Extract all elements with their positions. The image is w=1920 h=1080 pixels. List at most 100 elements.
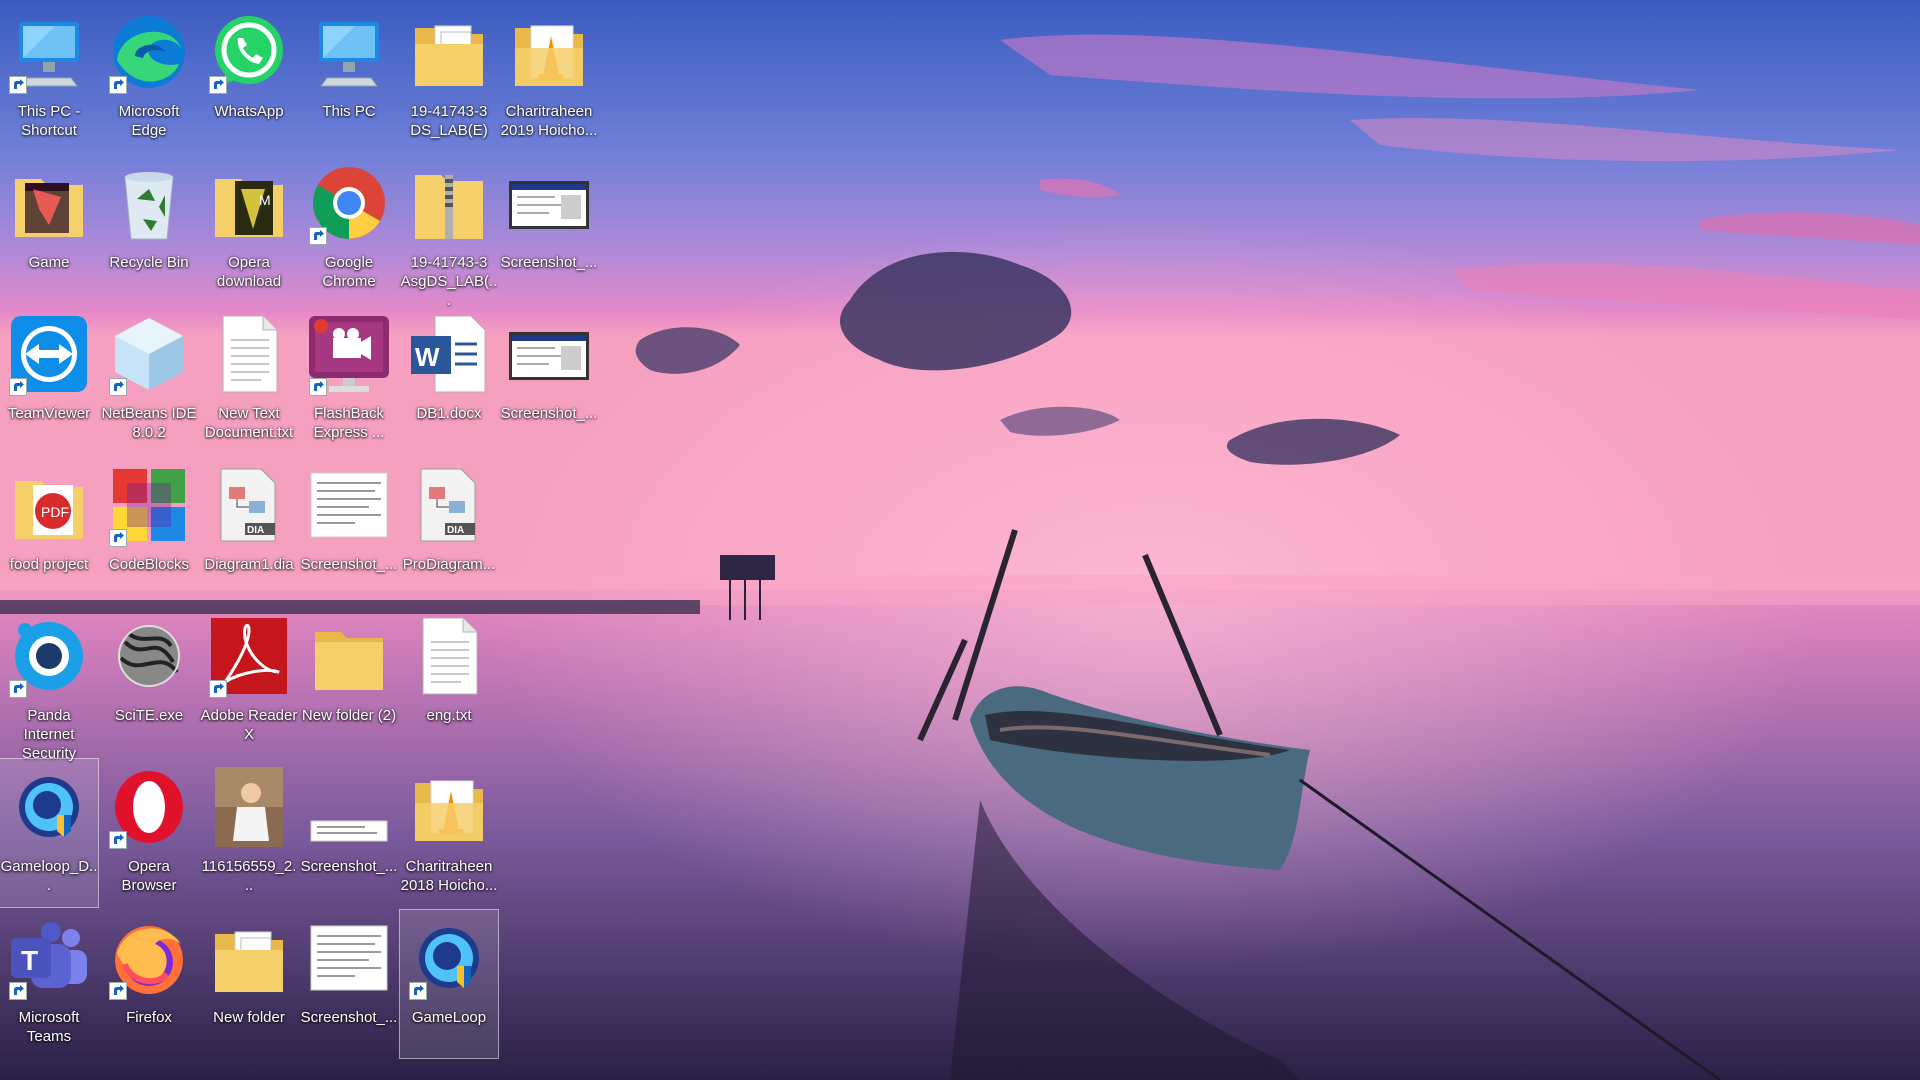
opera-icon [105, 763, 193, 851]
word-doc-icon: W [405, 310, 493, 398]
desktop-icon-panda-security[interactable]: Panda Internet Security [0, 608, 98, 762]
desktop-icon-dia-file[interactable]: DIA Diagram1.dia [200, 457, 298, 605]
desktop-icon-label: Microsoft Edge [118, 103, 180, 139]
text-file-icon [205, 310, 293, 398]
desktop-icon-label: Gameloop_D... [0, 858, 98, 894]
desktop-icon-label: Charitraheen 2019 Hoicho... [500, 103, 598, 139]
text-file-icon [405, 612, 493, 700]
desktop-icon-label: Screenshot_... [500, 254, 598, 271]
desktop-icon-label: Game [28, 254, 70, 271]
photo-thumbnail-icon [205, 763, 293, 851]
desktop-icon-label: Screenshot_... [500, 405, 598, 422]
desktop-icon-label: FlashBack Express ... [313, 405, 385, 441]
desktop-icon-word-doc[interactable]: W DB1.docx [400, 306, 498, 454]
shortcut-arrow-icon [409, 982, 427, 1000]
desktop-icon-label: This PC - Shortcut [17, 103, 81, 139]
desktop-icon-this-pc[interactable]: This PC [300, 4, 398, 152]
desktop-icon-label: Recycle Bin [109, 254, 189, 271]
desktop-icon-label: Panda Internet Security [21, 707, 77, 762]
desktop-icon-recycle-bin[interactable]: Recycle Bin [100, 155, 198, 303]
recycle-bin-icon [105, 159, 193, 247]
desktop-icon-text-file[interactable]: eng.txt [400, 608, 498, 756]
desktop-icon-photo-thumbnail[interactable]: 116156559_2... [200, 759, 298, 907]
whatsapp-icon [205, 8, 293, 96]
shortcut-arrow-icon [9, 982, 27, 1000]
desktop-icon-label: TeamViewer [7, 405, 91, 422]
desktop-icon-label: Screenshot_... [300, 1009, 398, 1026]
folder-vlc-icon [405, 763, 493, 851]
desktop-icon-folder-docs[interactable]: New folder [200, 910, 298, 1058]
desktop-icon-label: DB1.docx [416, 405, 482, 422]
desktop-icon-firefox[interactable]: Firefox [100, 910, 198, 1058]
desktop-icon-label: New Text Document.txt [204, 405, 294, 441]
desktop-icon-folder-empty[interactable]: New folder (2) [300, 608, 398, 756]
netbeans-icon [105, 310, 193, 398]
svg-text:M: M [259, 192, 271, 208]
desktop-icon-screenshot-strip[interactable]: Screenshot_... [300, 759, 398, 907]
desktop-icon-label: Adobe Reader X [200, 707, 298, 743]
shortcut-arrow-icon [9, 76, 27, 94]
desktop-icon-teamviewer[interactable]: TeamViewer [0, 306, 98, 454]
svg-text:T: T [21, 945, 38, 976]
desktop-icon-screenshot-doc[interactable]: Screenshot_... [300, 457, 398, 605]
desktop-icon-text-file[interactable]: New Text Document.txt [200, 306, 298, 454]
flashback-icon [305, 310, 393, 398]
desktop-icon-grid: This PC - Shortcut Game TeamViewer PDF food … [0, 0, 1920, 1080]
svg-text:DIA: DIA [447, 525, 464, 536]
desktop-icon-gameloop[interactable]: Gameloop_D... [0, 758, 99, 908]
desktop-icon-dia-file[interactable]: DIA ProDiagram... [400, 457, 498, 605]
shortcut-arrow-icon [309, 378, 327, 396]
this-pc-icon [305, 8, 393, 96]
shortcut-arrow-icon [109, 831, 127, 849]
desktop-icon-label: New folder [213, 1009, 285, 1026]
desktop-icon-label: WhatsApp [214, 103, 284, 120]
edge-icon [105, 8, 193, 96]
desktop-icon-zip-folder[interactable]: 19-41743-3 AsgDS_LAB(... [400, 155, 498, 309]
desktop-icon-screenshot-doc[interactable]: Screenshot_... [300, 910, 398, 1058]
svg-text:DIA: DIA [247, 525, 264, 536]
shortcut-arrow-icon [209, 680, 227, 698]
desktop-icon-this-pc[interactable]: This PC - Shortcut [0, 4, 98, 152]
desktop-icon-scite[interactable]: SciTE.exe [100, 608, 198, 756]
desktop-icon-folder-docs[interactable]: 19-41743-3 DS_LAB(E) [400, 4, 498, 152]
desktop-icon-folder-vlc[interactable]: Charitraheen 2018 Hoicho... [400, 759, 498, 907]
desktop-icon-label: SciTE.exe [114, 707, 184, 724]
shortcut-arrow-icon [109, 76, 127, 94]
screenshot-window-icon [505, 310, 593, 398]
screenshot-doc-icon [305, 914, 393, 1002]
desktop-icon-label: Firefox [126, 1009, 172, 1026]
desktop-icon-label: ProDiagram... [402, 556, 496, 573]
desktop-icon-folder-opera[interactable]: M Opera download [200, 155, 298, 303]
desktop-icon-whatsapp[interactable]: WhatsApp [200, 4, 298, 152]
gameloop-icon [5, 763, 93, 851]
desktop-icon-folder-pdf[interactable]: PDF food project [0, 457, 98, 605]
folder-docs-icon [205, 914, 293, 1002]
folder-vlc-icon [505, 8, 593, 96]
desktop-icon-teams[interactable]: T Microsoft Teams [0, 910, 98, 1058]
desktop-icon-folder-game[interactable]: Game [0, 155, 98, 303]
desktop-icon-screenshot-window[interactable]: Screenshot_... [500, 306, 598, 454]
desktop-icon-adobe-reader[interactable]: Adobe Reader X [200, 608, 298, 756]
desktop-icon-codeblocks[interactable]: CodeBlocks [100, 457, 198, 605]
chrome-icon [305, 159, 393, 247]
shortcut-arrow-icon [309, 227, 327, 245]
desktop-icon-opera[interactable]: Opera Browser [100, 759, 198, 907]
desktop-icon-netbeans[interactable]: NetBeans IDE 8.0.2 [100, 306, 198, 454]
desktop-icon-gameloop[interactable]: GameLoop [399, 909, 499, 1059]
desktop-icon-screenshot-window[interactable]: Screenshot_... [500, 155, 598, 303]
desktop-icon-folder-vlc[interactable]: Charitraheen 2019 Hoicho... [500, 4, 598, 152]
firefox-icon [105, 914, 193, 1002]
scite-icon [105, 612, 193, 700]
teams-icon: T [5, 914, 93, 1002]
shortcut-arrow-icon [9, 680, 27, 698]
desktop-icon-chrome[interactable]: Google Chrome [300, 155, 398, 303]
desktop-icon-edge[interactable]: Microsoft Edge [100, 4, 198, 152]
desktop-icon-label: This PC [322, 103, 376, 120]
desktop-icon-label: Screenshot_... [300, 556, 398, 573]
desktop-icon-label: NetBeans IDE 8.0.2 [101, 405, 197, 441]
desktop-icon-flashback[interactable]: FlashBack Express ... [300, 306, 398, 454]
desktop-icon-label: GameLoop [411, 1009, 487, 1026]
desktop-icon-label: 19-41743-3 DS_LAB(E) [410, 103, 488, 139]
desktop-icon-label: 19-41743-3 AsgDS_LAB(... [400, 254, 498, 309]
desktop-icon-label: eng.txt [426, 707, 472, 724]
